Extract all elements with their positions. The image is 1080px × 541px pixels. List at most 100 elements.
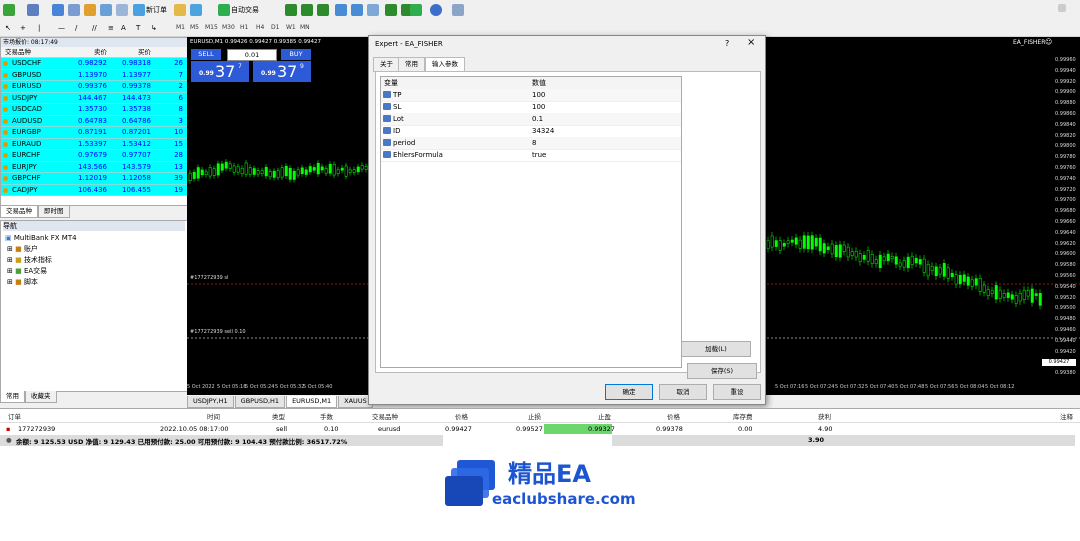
col-comment[interactable]: 注释 xyxy=(1060,411,1073,421)
autoscroll-icon[interactable] xyxy=(385,4,397,16)
bar-chart-icon[interactable] xyxy=(285,4,297,16)
market-row[interactable]: CADJPY 106.436 106.455 19 xyxy=(1,184,187,196)
fibonacci-icon[interactable]: ≡ xyxy=(108,22,114,34)
param-value[interactable]: 0.1 xyxy=(532,113,543,125)
arrows-icon[interactable]: ↳ xyxy=(151,22,157,34)
lot-size-input[interactable]: 0.01 xyxy=(227,49,277,61)
text-icon[interactable]: A xyxy=(121,22,126,34)
timeframe-m30[interactable]: M30 xyxy=(222,24,235,31)
load-button[interactable]: 加载(L) xyxy=(681,341,751,357)
horizontal-line-icon[interactable]: — xyxy=(58,22,65,34)
tab-common[interactable]: 常用 xyxy=(0,391,25,403)
buy-price-button[interactable]: 0.99 37 9 xyxy=(253,61,311,82)
templates-icon[interactable] xyxy=(452,4,464,16)
tab-symbols[interactable]: 交易品种 xyxy=(0,206,38,218)
signals-icon[interactable] xyxy=(190,4,202,16)
navigator-item-scripts[interactable]: ⊞ ■ 脚本 xyxy=(7,277,38,287)
col-tp[interactable]: 止盈 xyxy=(598,411,611,421)
tab-common-settings[interactable]: 常用 xyxy=(398,57,425,72)
close-button[interactable]: × xyxy=(747,37,755,48)
chart-tab[interactable]: EURUSD,M1 xyxy=(286,396,338,408)
param-value[interactable]: 100 xyxy=(532,101,545,113)
market-row[interactable]: EURGBP 0.87191 0.87201 10 xyxy=(1,127,187,139)
market-row[interactable]: USDJPY 144.467 144.473 6 xyxy=(1,92,187,104)
indicators-icon[interactable] xyxy=(410,4,422,16)
tab-about[interactable]: 关于 xyxy=(373,57,400,72)
zoom-out-icon[interactable] xyxy=(351,4,363,16)
col-lots[interactable]: 手数 xyxy=(320,411,333,421)
cancel-button[interactable]: 取消 xyxy=(659,384,707,400)
tab-inputs[interactable]: 输入参数 xyxy=(425,57,465,72)
col-time[interactable]: 时间 xyxy=(207,411,220,421)
navigator-icon[interactable] xyxy=(84,4,96,16)
chart-tab[interactable]: USDJPY,H1 xyxy=(187,396,234,408)
market-row[interactable]: GBPUSD 1.13970 1.13977 7 xyxy=(1,69,187,81)
new-chart-icon[interactable] xyxy=(3,4,15,16)
auto-trading-icon[interactable] xyxy=(218,4,230,16)
market-row[interactable]: USDCHF 0.98292 0.98318 26 xyxy=(1,58,187,70)
col-symbol[interactable]: 交易品种 xyxy=(5,47,31,57)
timeframe-m5[interactable]: M5 xyxy=(190,24,199,31)
crosshair-icon[interactable]: + xyxy=(20,22,26,34)
col-swap[interactable]: 库存费 xyxy=(733,411,753,421)
market-row[interactable]: AUDUSD 0.64783 0.64786 3 xyxy=(1,115,187,127)
timeframe-h1[interactable]: H1 xyxy=(240,24,248,31)
buy-button[interactable]: BUY xyxy=(281,49,311,60)
timeframe-w1[interactable]: W1 xyxy=(286,24,296,31)
market-row[interactable]: EURAUD 1.53397 1.53412 15 xyxy=(1,138,187,150)
market-row[interactable]: USDCAD 1.35730 1.35738 8 xyxy=(1,104,187,116)
param-value[interactable]: 8 xyxy=(532,137,536,149)
navigator-item-indicators[interactable]: ⊞ ■ 技术指标 xyxy=(7,255,52,265)
navigator-root[interactable]: ▣ MultiBank FX MT4 xyxy=(5,233,77,243)
table-row[interactable]: ▪ 177272939 2022.10.05 08:17:00 sell 0.1… xyxy=(0,423,1080,434)
chart-tab[interactable]: GBPUSD,H1 xyxy=(234,396,286,408)
col-profit[interactable]: 获利 xyxy=(818,411,831,421)
col-type[interactable]: 类型 xyxy=(272,411,285,421)
timeframe-m1[interactable]: M1 xyxy=(176,24,185,31)
terminal-icon[interactable] xyxy=(100,4,112,16)
new-order-icon[interactable] xyxy=(133,4,145,16)
tab-tick-chart[interactable]: 即时图 xyxy=(38,206,70,218)
auto-trading-button[interactable]: 自动交易 xyxy=(231,4,259,16)
help-button[interactable]: ? xyxy=(725,39,729,48)
col-cur-price[interactable]: 价格 xyxy=(667,411,680,421)
param-value[interactable]: true xyxy=(532,149,546,161)
metaeditor-icon[interactable] xyxy=(174,4,186,16)
col-price[interactable]: 价格 xyxy=(455,411,468,421)
new-order-button[interactable]: 新订单 xyxy=(146,4,167,16)
col-ask[interactable]: 买价 xyxy=(138,47,151,57)
trendline-icon[interactable]: / xyxy=(75,22,77,34)
tab-favorites[interactable]: 收藏夹 xyxy=(25,391,57,403)
market-row[interactable]: GBPCHF 1.12019 1.12058 39 xyxy=(1,173,187,185)
minimize-icon[interactable] xyxy=(1058,4,1066,12)
col-bid[interactable]: 卖价 xyxy=(94,47,107,57)
market-row[interactable]: EURJPY 143.566 143.579 13 xyxy=(1,161,187,173)
reset-button[interactable]: 重设 xyxy=(713,384,761,400)
vertical-line-icon[interactable]: | xyxy=(38,22,40,34)
timeframe-mn[interactable]: MN xyxy=(300,24,310,31)
timeframe-m15[interactable]: M15 xyxy=(205,24,218,31)
market-watch-icon[interactable] xyxy=(52,4,64,16)
data-window-icon[interactable] xyxy=(68,4,80,16)
col-symbol[interactable]: 交易品种 xyxy=(372,411,398,421)
sell-button[interactable]: SELL xyxy=(191,49,221,60)
sell-price-button[interactable]: 0.99 37 7 xyxy=(191,61,249,82)
ok-button[interactable]: 确定 xyxy=(605,384,653,400)
col-sl[interactable]: 止损 xyxy=(528,411,541,421)
timeframe-h4[interactable]: H4 xyxy=(256,24,264,31)
candle-chart-icon[interactable] xyxy=(301,4,313,16)
line-chart-icon[interactable] xyxy=(317,4,329,16)
label-icon[interactable]: T xyxy=(136,22,140,34)
save-button[interactable]: 保存(S) xyxy=(687,363,757,379)
market-row[interactable]: EURCHF 0.97679 0.97707 28 xyxy=(1,150,187,162)
market-row[interactable]: EURUSD 0.99376 0.99378 2 xyxy=(1,81,187,93)
periods-icon[interactable] xyxy=(430,4,442,16)
param-value[interactable]: 100 xyxy=(532,89,545,101)
channel-icon[interactable]: // xyxy=(92,22,97,34)
navigator-item-experts[interactable]: ⊞ ■ EA交易 xyxy=(7,266,47,276)
cursor-icon[interactable]: ↖ xyxy=(5,22,11,34)
tile-windows-icon[interactable] xyxy=(367,4,379,16)
zoom-in-icon[interactable] xyxy=(335,4,347,16)
col-order[interactable]: 订单 xyxy=(8,411,21,421)
timeframe-d1[interactable]: D1 xyxy=(271,24,279,31)
